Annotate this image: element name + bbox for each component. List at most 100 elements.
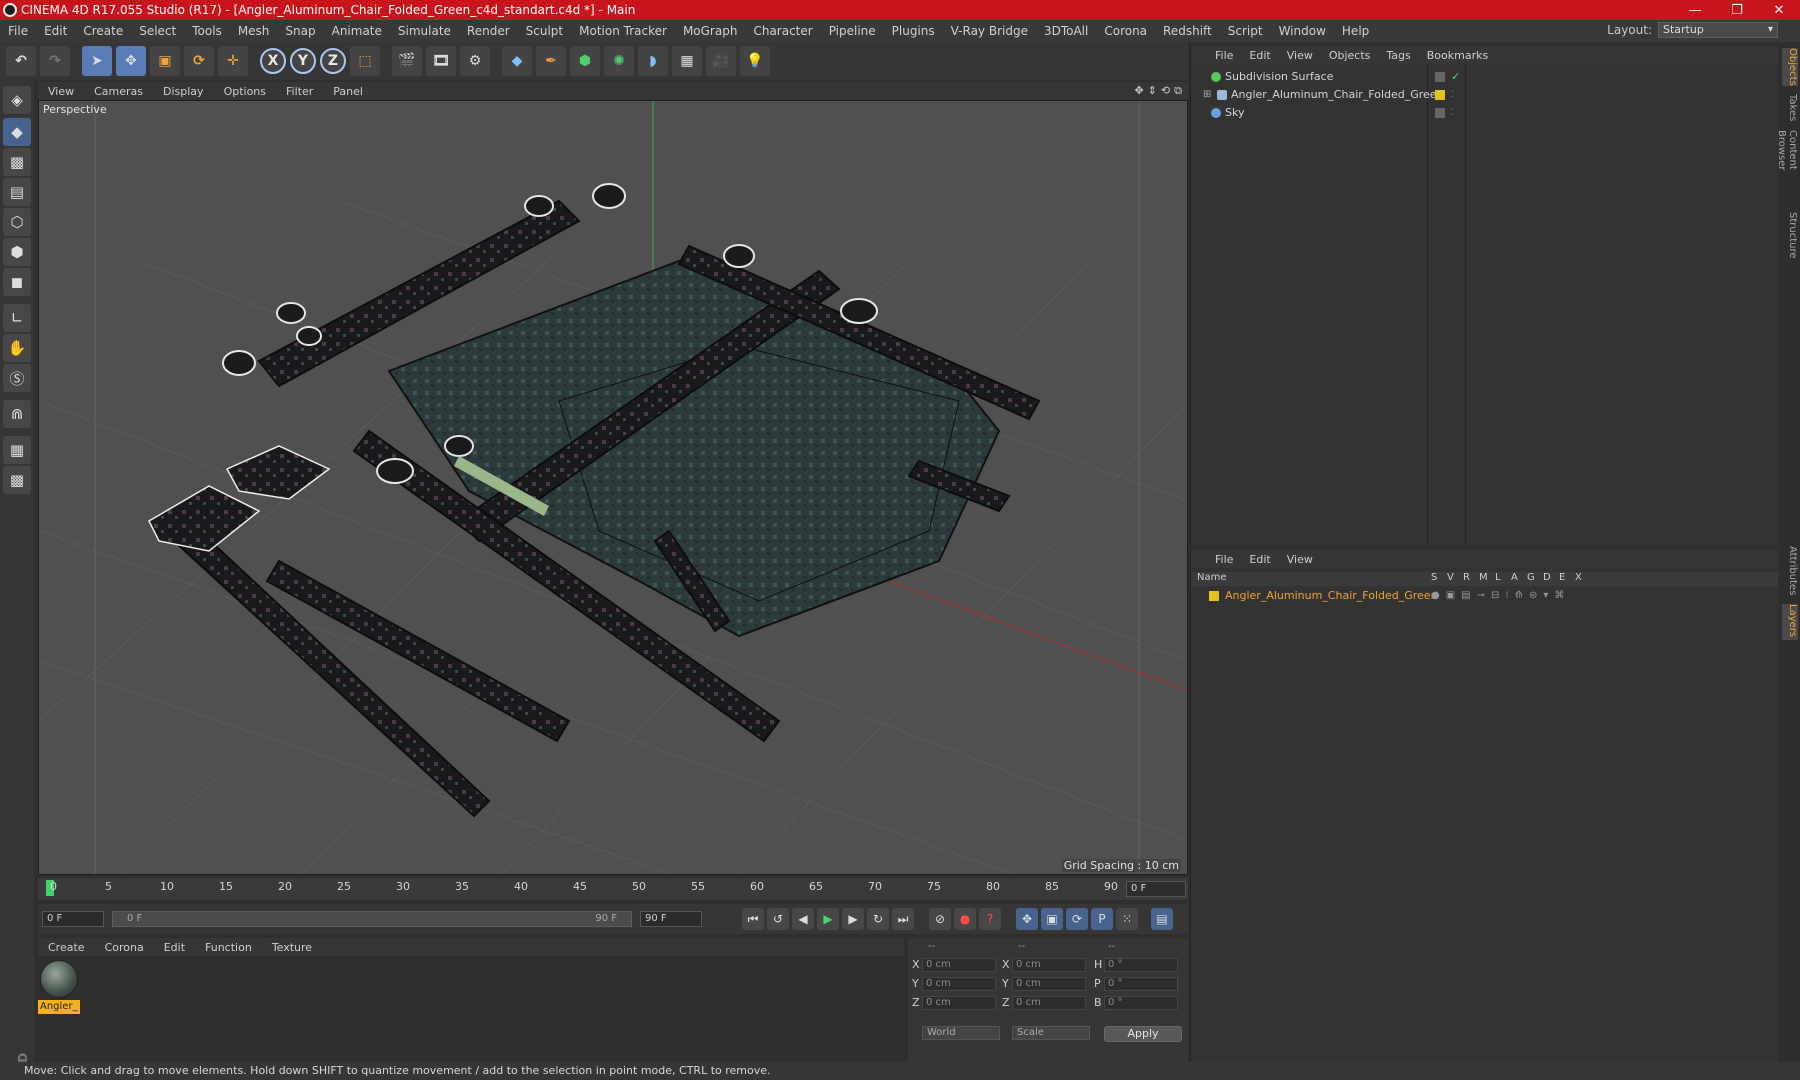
object-menu-objects[interactable]: Objects [1321, 49, 1379, 62]
close-button[interactable]: ✕ [1758, 0, 1800, 20]
model-mode-icon[interactable]: ◆ [3, 118, 31, 146]
column-name[interactable]: Name [1197, 572, 1227, 583]
column-expressions[interactable]: E [1559, 572, 1565, 583]
perspective-viewport[interactable]: Perspective Grid Spacing : 10 cm [38, 100, 1188, 875]
object-menu-edit[interactable]: Edit [1241, 49, 1278, 62]
menu-edit[interactable]: Edit [36, 24, 75, 38]
key-pla-icon[interactable]: ⁙ [1116, 908, 1138, 930]
current-frame-field[interactable]: 0 F [1126, 881, 1186, 897]
material-preview-swatch[interactable] [40, 960, 78, 998]
rotate-icon[interactable]: ⟳ [184, 46, 214, 76]
y-axis-lock-icon[interactable]: Y [290, 48, 316, 74]
apply-button[interactable]: Apply [1104, 1026, 1182, 1042]
visibility-dots-icon[interactable]: ⁚ [1451, 104, 1454, 122]
position-z-field[interactable]: 0 cm [922, 996, 996, 1010]
column-animation[interactable]: A [1511, 572, 1518, 583]
size-x-field[interactable]: 0 cm [1012, 958, 1086, 972]
layer-menu-file[interactable]: File [1207, 553, 1241, 566]
transform-icon[interactable]: ✛ [218, 46, 248, 76]
column-locked[interactable]: L [1495, 572, 1501, 583]
orbit-icon[interactable]: ⟲ [1161, 84, 1170, 98]
tab-layers[interactable]: Layers [1782, 604, 1798, 640]
next-key-icon[interactable]: ↻ [867, 908, 889, 930]
column-render[interactable]: R [1463, 572, 1470, 583]
layer-color-icon[interactable] [1435, 90, 1445, 100]
menu-corona[interactable]: Corona [1096, 24, 1155, 38]
points-mode-icon[interactable]: ⬡ [3, 208, 31, 236]
rotation-b-field[interactable]: 0 ° [1104, 996, 1178, 1010]
tweak-mode-icon[interactable]: ✋ [3, 334, 31, 362]
layer-menu-view[interactable]: View [1279, 553, 1321, 566]
menu-tools[interactable]: Tools [184, 24, 230, 38]
motion-record-icon[interactable]: ⊘ [929, 908, 951, 930]
camera-icon[interactable]: 🎥 [706, 46, 736, 76]
tab-attributes[interactable]: Attributes [1782, 546, 1798, 598]
size-z-field[interactable]: 0 cm [1012, 996, 1086, 1010]
column-generators[interactable]: G [1527, 572, 1535, 583]
layer-name[interactable]: Angler_Aluminum_Chair_Folded_Green [1225, 588, 1438, 604]
object-row-subdivision-surface[interactable]: Subdivision Surface ✓ [1191, 68, 1779, 86]
record-keys-icon[interactable]: ● [954, 908, 976, 930]
column-manager[interactable]: M [1479, 572, 1488, 583]
expand-icon[interactable]: ⊞ [1203, 86, 1211, 104]
coordinate-mode-dropdown[interactable]: World [922, 1026, 1000, 1040]
workplane-icon[interactable]: ▤ [3, 178, 31, 206]
light-icon[interactable]: 💡 [740, 46, 770, 76]
object-menu-view[interactable]: View [1279, 49, 1321, 62]
frame-range-slider[interactable]: 0 F 90 F [112, 911, 632, 927]
menu-script[interactable]: Script [1220, 24, 1271, 38]
end-frame-field[interactable]: 90 F [640, 911, 702, 927]
size-mode-dropdown[interactable]: Scale [1012, 1026, 1090, 1040]
material-menu-texture[interactable]: Texture [262, 941, 322, 954]
render-view-icon[interactable]: 🎬 [392, 46, 422, 76]
position-x-field[interactable]: 0 cm [922, 958, 996, 972]
texture-mode-icon[interactable]: ▩ [3, 148, 31, 176]
viewport-menu-cameras[interactable]: Cameras [84, 85, 153, 98]
key-position-icon[interactable]: ✥ [1016, 908, 1038, 930]
make-editable-icon[interactable]: ◈ [3, 86, 31, 114]
size-y-field[interactable]: 0 cm [1012, 977, 1086, 991]
next-frame-icon[interactable]: ▶ [842, 908, 864, 930]
subdivision-surface-icon[interactable]: ⬢ [570, 46, 600, 76]
viewport-menu-panel[interactable]: Panel [323, 85, 373, 98]
menu-character[interactable]: Character [745, 24, 820, 38]
position-y-field[interactable]: 0 cm [922, 977, 996, 991]
tab-structure[interactable]: Structure [1782, 212, 1798, 259]
object-row-angler-chair[interactable]: ⊞ Angler_Aluminum_Chair_Folded_Green ⁚ [1191, 86, 1779, 104]
menu-file[interactable]: File [0, 24, 36, 38]
menu-create[interactable]: Create [75, 24, 131, 38]
tab-content-browser[interactable]: Content Browser [1776, 130, 1798, 206]
select-arrow-icon[interactable]: ➤ [82, 46, 112, 76]
deformer-icon[interactable]: ◗ [638, 46, 668, 76]
layer-color-swatch[interactable] [1209, 591, 1219, 601]
column-deformers[interactable]: D [1543, 572, 1551, 583]
layer-menu-edit[interactable]: Edit [1241, 553, 1278, 566]
menu-mograph[interactable]: MoGraph [675, 24, 746, 38]
viewport-menu-view[interactable]: View [38, 85, 84, 98]
column-xref[interactable]: X [1575, 572, 1582, 583]
object-menu-bookmarks[interactable]: Bookmarks [1419, 49, 1496, 62]
rotation-h-field[interactable]: 0 ° [1104, 958, 1178, 972]
auto-key-icon[interactable]: ? [979, 908, 1001, 930]
dolly-icon[interactable]: ⇕ [1148, 84, 1157, 98]
menu-sculpt[interactable]: Sculpt [518, 24, 571, 38]
timeline-window-icon[interactable]: ▤ [1151, 908, 1173, 930]
key-rotation-icon[interactable]: ⟳ [1066, 908, 1088, 930]
maximize-view-icon[interactable]: ⧉ [1174, 84, 1182, 98]
minimize-button[interactable]: — [1674, 0, 1716, 20]
viewport-menu-display[interactable]: Display [153, 85, 214, 98]
menu-motion-tracker[interactable]: Motion Tracker [571, 24, 675, 38]
previous-key-icon[interactable]: ↺ [767, 908, 789, 930]
rotation-p-field[interactable]: 0 ° [1104, 977, 1178, 991]
column-view[interactable]: V [1447, 572, 1454, 583]
tab-objects[interactable]: Objects [1782, 48, 1798, 86]
layer-row[interactable]: Angler_Aluminum_Chair_Folded_Green ●▣▤⊸⊟… [1191, 588, 1778, 604]
move-icon[interactable]: ✥ [116, 46, 146, 76]
layer-checkbox-icon[interactable] [1435, 108, 1445, 118]
timeline-ruler[interactable]: 0 5 10 15 20 25 30 35 40 45 50 55 60 65 … [38, 878, 1188, 900]
object-name[interactable]: Angler_Aluminum_Chair_Folded_Green [1231, 86, 1444, 104]
object-menu-tags[interactable]: Tags [1378, 49, 1418, 62]
object-menu-file[interactable]: File [1207, 49, 1241, 62]
pan-icon[interactable]: ✥ [1134, 84, 1143, 98]
visibility-dots-icon[interactable]: ⁚ [1451, 86, 1454, 104]
